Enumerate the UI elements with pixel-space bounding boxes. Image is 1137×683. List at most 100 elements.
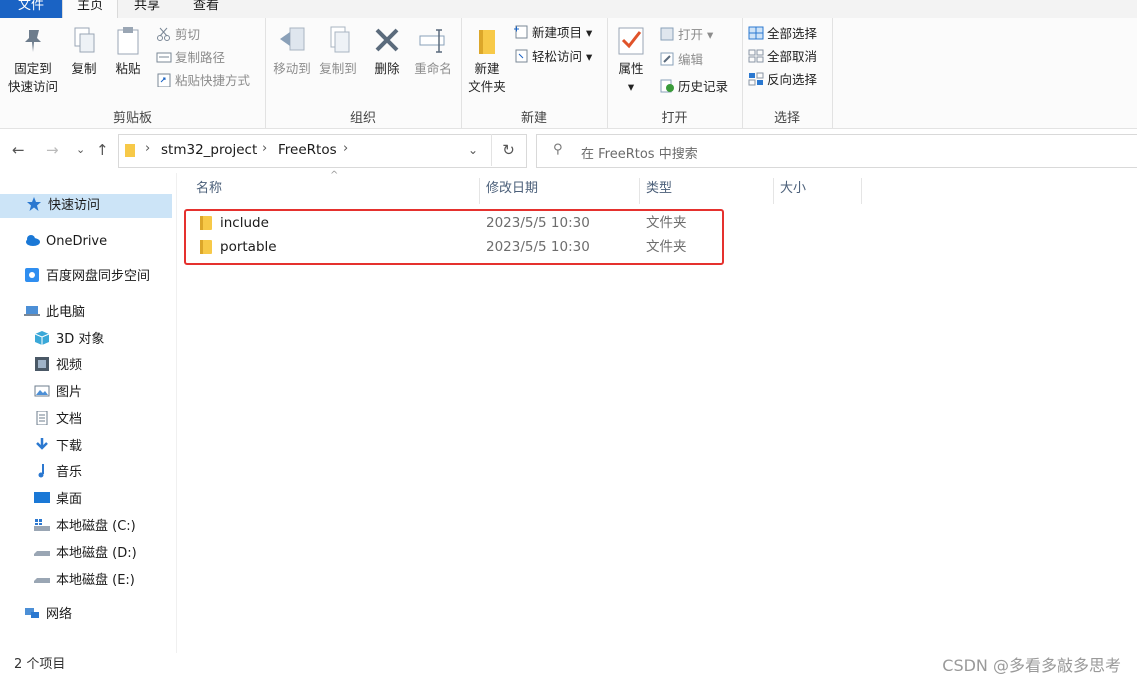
copy-path-label: 复制路径 [175,50,226,65]
open-label: 打开 [678,27,704,42]
column-header-size[interactable]: 大小 [780,173,806,205]
history-label: 历史记录 [678,79,729,94]
nav-drive-d[interactable]: 本地磁盘 (D:) [34,542,137,566]
paste-icon [112,24,144,58]
nav-network[interactable]: 网络 [24,603,72,627]
new-folder-icon [471,24,503,58]
open-button[interactable]: 打开 ▾ [659,26,713,44]
new-item-label: 新建项目 [532,25,583,40]
tab-file[interactable]: 文件 [0,0,62,18]
easy-access-button[interactable]: 轻松访问 ▾ [513,48,592,66]
breadcrumb-separator-icon[interactable]: › [343,141,348,156]
cloud-icon [24,232,40,246]
copy-button[interactable]: 复制 [64,24,104,78]
column-header-date[interactable]: 修改日期 [486,173,538,205]
column-divider[interactable] [861,178,862,204]
properties-label: 属性 [618,61,644,76]
new-folder-label-2: 文件夹 [468,79,506,94]
cube-3d-icon [34,330,50,345]
select-group-label: 选择 [773,111,800,126]
nav-network-label: 网络 [46,607,73,622]
breadcrumb-stm32-project[interactable]: stm32_project [161,142,257,158]
nav-desktop[interactable]: 桌面 [34,488,82,512]
up-arrow-icon[interactable]: ↑ [96,141,109,159]
search-box[interactable]: ⚲ 在 FreeRtos 中搜索 [536,134,1137,168]
properties-button[interactable]: 属性 ▾ [613,24,649,96]
delete-label: 删除 [374,61,400,76]
delete-button[interactable]: 删除 [367,24,407,78]
pin-label-2: 快速访问 [7,79,58,94]
tab-view[interactable]: 查看 [178,0,234,18]
column-divider[interactable] [479,178,480,204]
paste-label: 粘贴 [115,61,141,76]
edit-label: 编辑 [678,52,704,67]
move-to-button[interactable]: 移动到 [269,24,315,78]
cut-label: 剪切 [175,27,201,42]
paste-shortcut-button[interactable]: 粘贴快捷方式 [156,72,250,90]
invert-selection-icon [748,72,764,86]
paste-button[interactable]: 粘贴 [108,24,148,78]
select-none-label: 全部取消 [767,49,818,64]
back-arrow-icon[interactable]: ← [12,141,25,159]
column-header-type[interactable]: 类型 [646,173,672,205]
nav-music[interactable]: 音乐 [34,461,82,485]
select-all-icon [748,26,764,40]
copy-path-button[interactable]: 复制路径 [156,49,225,67]
copy-to-button[interactable]: 复制到 [315,24,361,78]
history-button[interactable]: 历史记录 [659,78,728,96]
new-item-icon [513,25,529,39]
select-all-button[interactable]: 全部选择 [748,25,817,43]
cut-button[interactable]: 剪切 [156,26,200,44]
nav-music-label: 音乐 [56,465,83,480]
nav-drive-e[interactable]: 本地磁盘 (E:) [34,569,135,593]
copy-path-icon [156,50,172,64]
column-header-name[interactable]: 名称 [196,173,222,205]
pin-to-quick-access-button[interactable]: 固定到 快速访问 [4,24,62,96]
nav-pictures-label: 图片 [56,385,83,400]
address-bar[interactable]: › stm32_project › FreeRtos › ⌄ [118,134,527,168]
nav-downloads[interactable]: 下载 [34,435,82,459]
nav-drive-c[interactable]: 本地磁盘 (C:) [34,515,136,539]
open-group: 属性 ▾ 打开 ▾ 编辑 历史记录 打开 [607,18,743,128]
rename-button[interactable]: 重命名 [411,24,455,78]
nav-drive-e-label: 本地磁盘 (E:) [56,573,135,588]
address-dropdown-chevron-icon[interactable]: ⌄ [468,143,478,157]
column-divider[interactable] [639,178,640,204]
address-row: ← → ⌄ ↑ › stm32_project › FreeRtos › ⌄ ↻… [0,129,1137,173]
tab-home[interactable]: 主页 [62,0,118,18]
forward-arrow-icon[interactable]: → [46,141,59,159]
nav-documents[interactable]: 文档 [34,408,82,432]
refresh-icon[interactable]: ↻ [491,134,525,166]
nav-baidu-netdisk[interactable]: 百度网盘同步空间 [24,265,150,289]
tab-share[interactable]: 共享 [118,0,176,18]
invert-selection-button[interactable]: 反向选择 [748,71,817,89]
edit-button[interactable]: 编辑 [659,51,703,69]
new-item-button[interactable]: 新建项目 ▾ [513,24,592,42]
move-to-icon [276,24,308,58]
nav-3d-objects[interactable]: 3D 对象 [34,328,104,352]
select-none-button[interactable]: 全部取消 [748,48,817,66]
network-icon [24,605,40,619]
document-icon [34,410,50,426]
status-item-count: 2 个项目 [14,657,66,672]
breadcrumb-freertos[interactable]: FreeRtos [278,142,337,158]
organize-group-label: 组织 [349,111,376,126]
organize-group: 移动到 复制到 删除 重命名 组织 [265,18,462,128]
star-icon [26,196,42,211]
nav-quick-access[interactable]: 快速访问 [0,194,172,218]
rename-icon [417,24,449,58]
nav-pictures[interactable]: 图片 [34,381,82,405]
nav-onedrive[interactable]: OneDrive [24,230,107,254]
nav-videos[interactable]: 视频 [34,354,82,378]
desktop-icon [34,490,50,504]
nav-downloads-label: 下载 [56,439,83,454]
breadcrumb-separator-icon[interactable]: › [145,141,150,156]
breadcrumb-separator-icon[interactable]: › [262,141,267,156]
new-folder-button[interactable]: 新建 文件夹 [463,24,511,96]
new-folder-label-1: 新建 [474,61,500,76]
column-divider[interactable] [773,178,774,204]
recent-locations-chevron-icon[interactable]: ⌄ [76,143,85,156]
nav-3d-objects-label: 3D 对象 [56,332,105,347]
sort-ascending-icon: ^ [330,170,339,181]
nav-this-pc[interactable]: 此电脑 [24,301,85,325]
